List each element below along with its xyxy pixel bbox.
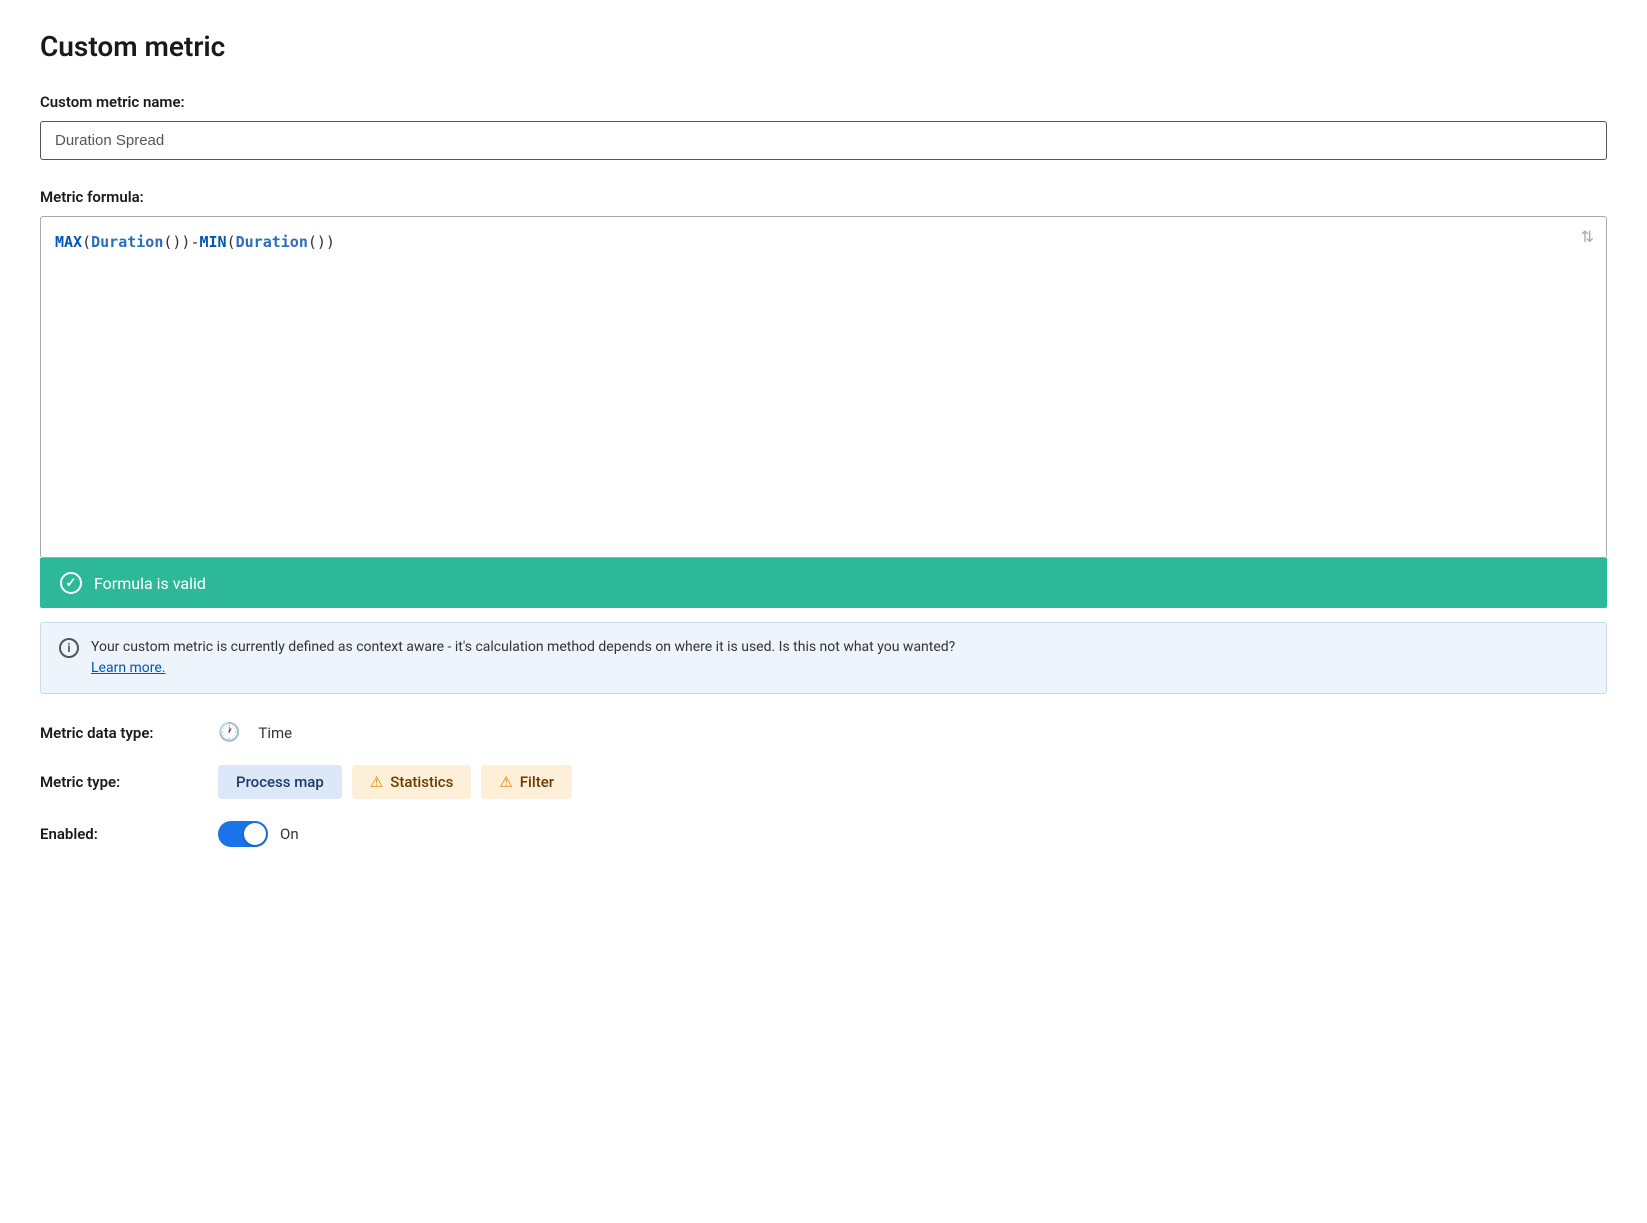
formula-content[interactable]: MAX(Duration())-MIN(Duration()) [41,217,1606,557]
badge-process-map-label: Process map [236,773,324,791]
badge-process-map[interactable]: Process map [218,765,342,799]
learn-more-link[interactable]: Learn more. [91,660,166,676]
formula-editor-wrapper: MAX(Duration())-MIN(Duration()) ⇅ [40,216,1607,558]
info-message: Your custom metric is currently defined … [91,639,955,655]
info-icon: i [59,638,79,658]
formula-resize-handle[interactable]: ⇅ [1581,227,1594,246]
toggle-wrapper: On [218,821,299,847]
metric-type-label: Metric type: [40,773,200,791]
valid-checkmark-icon [60,572,82,594]
badge-filter[interactable]: ⚠ Filter [481,765,572,799]
info-box: i Your custom metric is currently define… [40,622,1607,694]
data-type-label: Metric data type: [40,724,200,742]
data-type-row: Metric data type: 🕐 Time [40,722,1607,743]
valid-message: Formula is valid [94,574,206,593]
formula-valid-banner: Formula is valid [40,558,1607,608]
badge-statistics-label: Statistics [390,773,453,791]
data-type-value: Time [258,724,292,742]
page-title: Custom metric [40,30,1607,63]
metric-name-input[interactable] [40,121,1607,160]
name-field-label: Custom metric name: [40,93,1607,111]
info-text: Your custom metric is currently defined … [91,637,955,679]
metric-type-badges: Process map ⚠ Statistics ⚠ Filter [218,765,572,799]
enabled-row: Enabled: On [40,821,1607,847]
badge-statistics[interactable]: ⚠ Statistics [352,765,472,799]
formula-min-keyword: MIN [200,233,227,251]
formula-max-keyword: MAX [55,233,82,251]
badge-filter-label: Filter [520,773,554,791]
enabled-toggle[interactable] [218,821,268,847]
formula-field-label: Metric formula: [40,188,1607,206]
formula-duration1: Duration [91,233,163,251]
enabled-label: Enabled: [40,825,200,843]
warning-filter-icon: ⚠ [499,773,512,791]
clock-icon: 🕐 [218,722,240,743]
enabled-on-text: On [280,825,299,843]
warning-statistics-icon: ⚠ [370,773,383,791]
toggle-knob [244,823,266,845]
formula-duration2: Duration [236,233,308,251]
metric-type-row: Metric type: Process map ⚠ Statistics ⚠ … [40,765,1607,799]
